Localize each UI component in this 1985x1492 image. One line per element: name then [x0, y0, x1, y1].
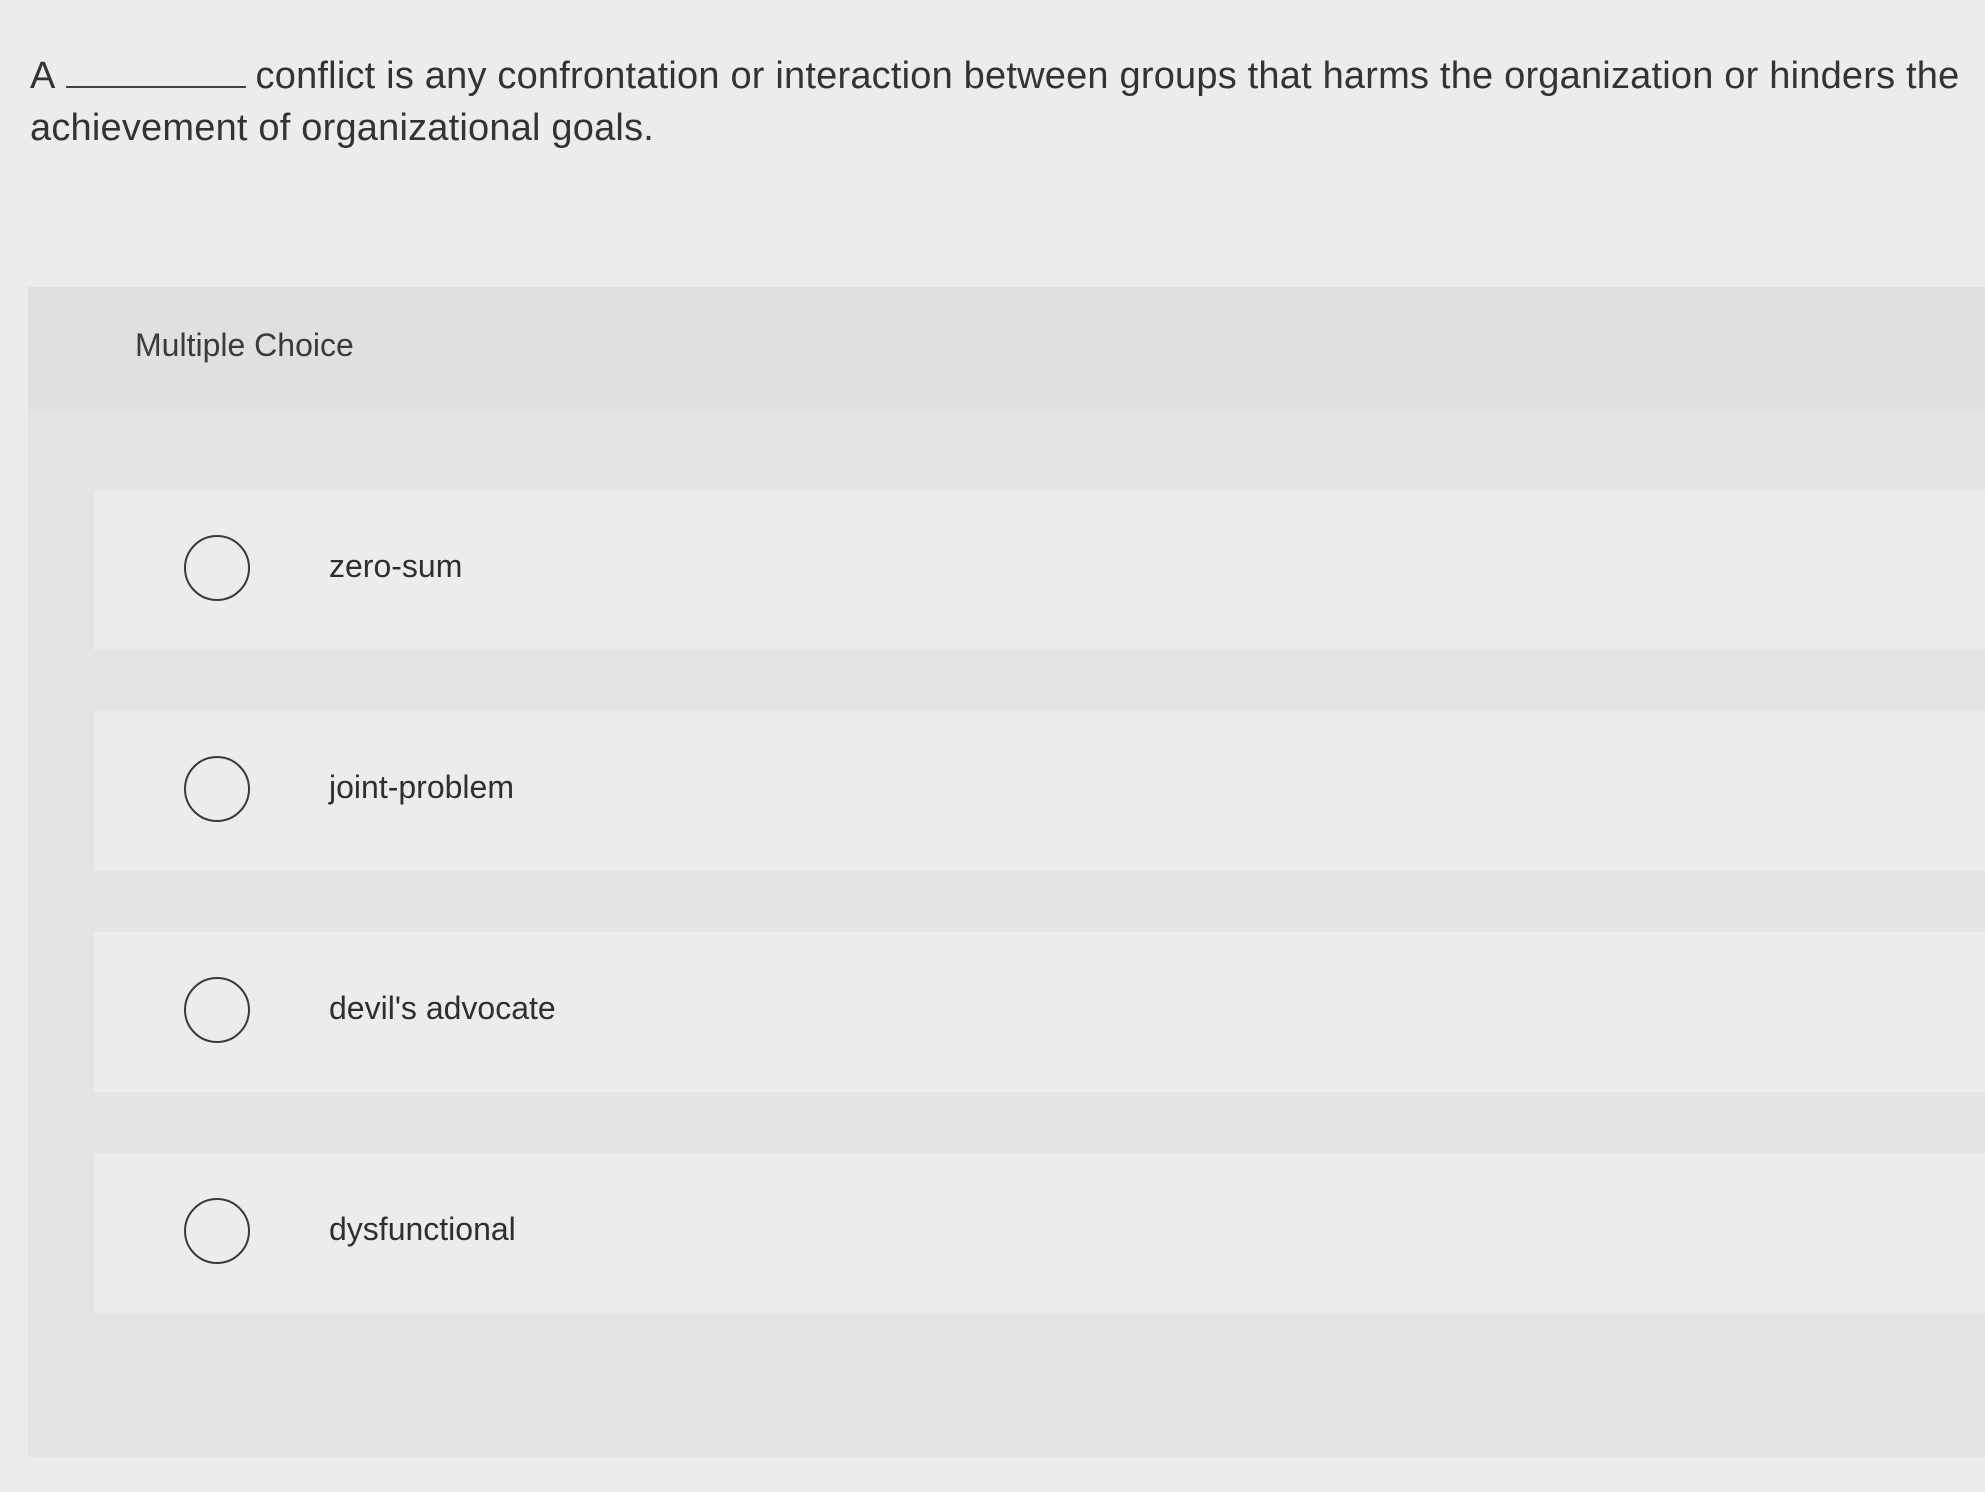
- choice-option-zero-sum[interactable]: zero-sum: [94, 490, 1985, 650]
- choice-label: dysfunctional: [329, 1211, 516, 1247]
- panel-title: Multiple Choice: [135, 327, 354, 363]
- radio-button[interactable]: [184, 977, 250, 1043]
- choice-option-dysfunctional[interactable]: dysfunctional: [94, 1153, 1985, 1313]
- question-text: Aconflict is any confrontation or intera…: [30, 50, 1985, 154]
- question-suffix: conflict is any confrontation or interac…: [30, 55, 1960, 149]
- choice-label: devil's advocate: [329, 990, 556, 1026]
- question-blank: [65, 56, 246, 88]
- panel-header: Multiple Choice: [28, 287, 1985, 410]
- choice-label: zero-sum: [329, 548, 463, 584]
- radio-button[interactable]: [184, 535, 250, 601]
- choice-option-joint-problem[interactable]: joint-problem: [94, 711, 1985, 871]
- question-prefix: A: [30, 55, 56, 97]
- choice-option-devils-advocate[interactable]: devil's advocate: [94, 932, 1985, 1092]
- answer-panel: Multiple Choice zero-sum joint-problem d…: [28, 287, 1985, 1457]
- radio-button[interactable]: [184, 756, 250, 822]
- radio-button[interactable]: [184, 1198, 250, 1264]
- choice-label: joint-problem: [329, 769, 514, 805]
